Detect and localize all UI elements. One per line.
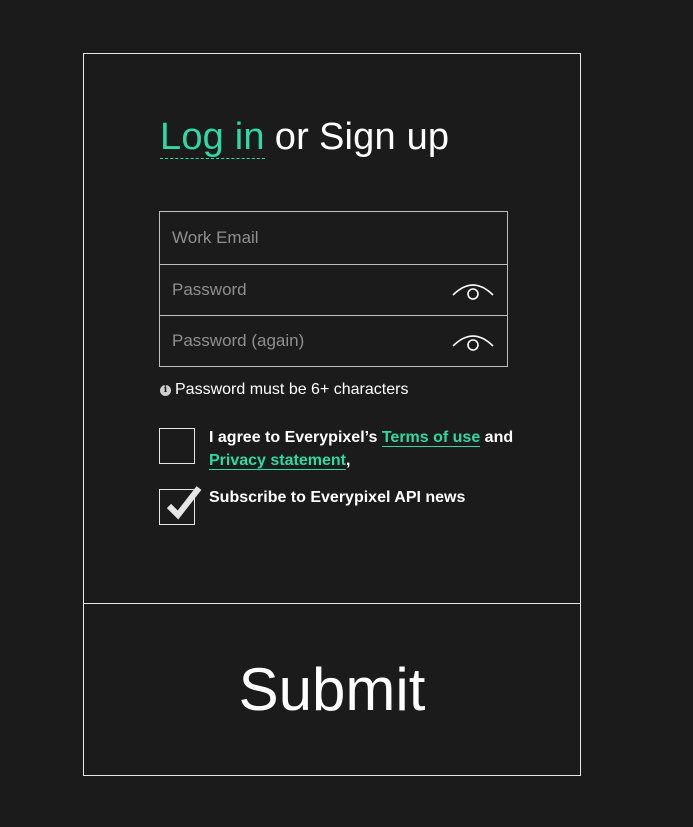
info-icon: i [160,384,171,396]
password-hint-text: Password must be 6+ characters [175,381,409,398]
password-field-wrapper [159,264,508,316]
password-again-field-wrapper [159,315,508,367]
show-password-again-eye-icon[interactable] [451,329,495,355]
terms-label: I agree to Everypixel’s Terms of use and… [209,426,529,472]
credentials-fields [159,211,508,367]
subscribe-checkbox[interactable] [159,486,202,525]
email-field[interactable] [160,212,507,264]
terms-prefix-text: I agree to Everypixel’s [209,429,382,446]
subscribe-label: Subscribe to Everypixel API news [209,489,466,506]
terms-suffix-text: , [345,452,351,469]
heading-separator: or [274,116,309,158]
signup-tab[interactable]: Sign up [319,116,449,158]
form-heading: Log in or Sign up [160,114,449,160]
terms-checkbox[interactable] [159,428,195,464]
login-link[interactable]: Log in [160,116,265,159]
checkmark-icon [166,486,202,520]
terms-middle-text: and [480,429,514,446]
privacy-statement-link[interactable]: Privacy statement [209,452,346,470]
email-field-wrapper [159,211,508,265]
show-password-eye-icon[interactable] [451,278,495,304]
signup-card: Log inorSign up i Password must be 6+ ch… [83,53,581,776]
password-hint: i Password must be 6+ characters [160,380,408,400]
terms-of-use-link[interactable]: Terms of use [381,429,481,447]
submit-button[interactable]: Submit [84,604,580,775]
